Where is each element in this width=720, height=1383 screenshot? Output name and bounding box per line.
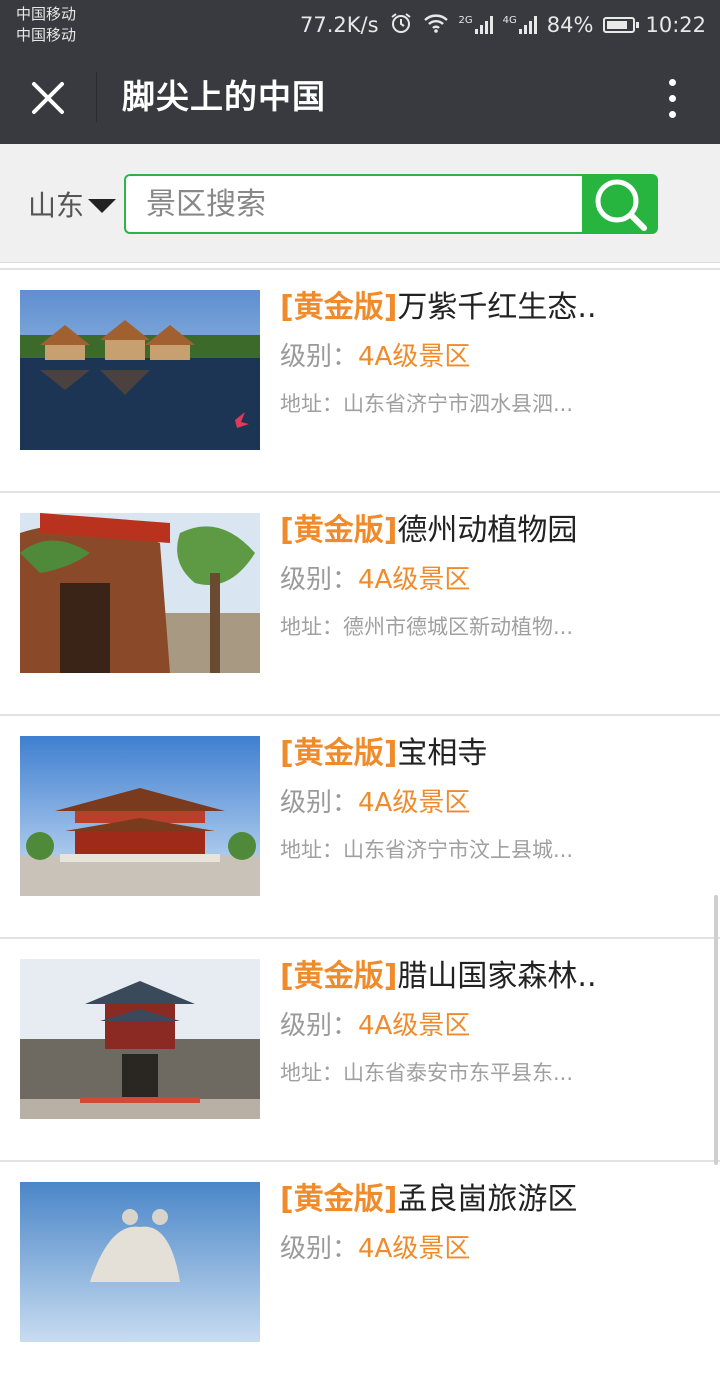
list-item[interactable]: [黄金版]孟良崮旅游区 级别：4A级景区 (0, 1160, 720, 1383)
address-value: 山东省泰安市东平县东... (343, 1061, 574, 1085)
more-dot-icon (668, 94, 676, 102)
scenic-name: [黄金版]腊山国家森林.. (280, 955, 700, 999)
scenic-thumbnail (20, 290, 260, 450)
scenic-address: 地址：山东省济宁市泗水县泗... (280, 387, 700, 421)
scenic-name: [黄金版]孟良崮旅游区 (280, 1178, 700, 1222)
gold-tag: [黄金版] (280, 513, 398, 548)
network-4g-label: 4G (502, 15, 517, 26)
level-label: 级别： (280, 1011, 359, 1041)
close-button[interactable] (20, 72, 76, 124)
level-value: 4A级景区 (358, 342, 471, 372)
scenic-thumbnail (20, 1182, 260, 1342)
scenic-name-text: 德州动植物园 (397, 513, 578, 548)
scenic-thumbnail (20, 513, 260, 673)
page-title: 脚尖上的中国 (122, 77, 326, 116)
close-icon (32, 82, 64, 114)
address-value: 山东省济宁市泗水县泗... (343, 392, 574, 416)
carrier-info: 中国移动 中国移动 (16, 4, 76, 46)
gold-tag: [黄金版] (280, 1182, 398, 1217)
gold-tag: [黄金版] (280, 290, 398, 325)
scenic-list: [黄金版]万紫千红生态.. 级别：4A级景区 地址：山东省济宁市泗水县泗... … (0, 268, 720, 1383)
level-label: 级别： (280, 565, 359, 595)
address-value: 德州市德城区新动植物... (343, 615, 574, 639)
search-area: 山东 (0, 144, 720, 263)
scenic-name: [黄金版]宝相寺 (280, 732, 700, 776)
level-label: 级别： (280, 788, 359, 818)
address-label: 地址： (280, 392, 343, 416)
signal-4g-icon: 4G (502, 15, 537, 34)
list-item[interactable]: [黄金版]腊山国家森林.. 级别：4A级景区 地址：山东省泰安市东平县东... (0, 937, 720, 1160)
signal-2g-icon: 2G (458, 15, 493, 34)
address-label: 地址： (280, 615, 343, 639)
address-value: 山东省济宁市汶上县城... (343, 838, 574, 862)
more-menu-button[interactable] (660, 72, 684, 124)
level-value: 4A级景区 (358, 1234, 471, 1264)
status-bar: 中国移动 中国移动 77.2K/s 2G 4G 84% 10:22 (0, 0, 720, 50)
scenic-level: 级别：4A级景区 (280, 783, 700, 823)
network-2g-label: 2G (458, 15, 473, 26)
list-item[interactable]: [黄金版]宝相寺 级别：4A级景区 地址：山东省济宁市汶上县城... (0, 714, 720, 937)
region-selector[interactable]: 山东 (28, 184, 117, 224)
alarm-icon (389, 11, 413, 40)
net-speed: 77.2K/s (299, 13, 379, 37)
level-label: 级别： (280, 1234, 359, 1264)
clock: 10:22 (645, 13, 706, 37)
scenic-thumbnail (20, 959, 260, 1119)
search-input[interactable] (124, 174, 582, 234)
scrollbar[interactable] (714, 895, 718, 1165)
scenic-name-text: 腊山国家森林.. (397, 959, 597, 994)
battery-icon (603, 17, 640, 33)
region-label: 山东 (28, 189, 85, 222)
scenic-level: 级别：4A级景区 (280, 1229, 700, 1269)
carrier-2: 中国移动 (16, 26, 77, 44)
scenic-level: 级别：4A级景区 (280, 1006, 700, 1046)
battery-percent: 84% (546, 13, 594, 37)
scenic-address: 地址：德州市德城区新动植物... (280, 610, 700, 644)
scenic-name-text: 万紫千红生态.. (397, 290, 597, 325)
scenic-thumbnail (20, 736, 260, 896)
scenic-address: 地址：山东省泰安市东平县东... (280, 1056, 700, 1090)
scenic-name: [黄金版]德州动植物园 (280, 509, 700, 553)
list-item[interactable]: [黄金版]德州动植物园 级别：4A级景区 地址：德州市德城区新动植物... (0, 491, 720, 714)
gold-tag: [黄金版] (280, 959, 398, 994)
more-dot-icon (668, 78, 676, 86)
level-value: 4A级景区 (358, 1011, 471, 1041)
scenic-name-text: 宝相寺 (397, 736, 488, 771)
level-value: 4A级景区 (358, 788, 471, 818)
scenic-level: 级别：4A级景区 (280, 560, 700, 600)
dropdown-triangle-icon (88, 199, 117, 213)
title-bar: 脚尖上的中国 (0, 50, 720, 144)
scenic-address: 地址：山东省济宁市汶上县城... (280, 833, 700, 867)
address-label: 地址： (280, 838, 343, 862)
gold-tag: [黄金版] (280, 736, 398, 771)
search-button[interactable] (582, 174, 658, 234)
level-value: 4A级景区 (358, 565, 471, 595)
more-dot-icon (668, 110, 676, 118)
address-label: 地址： (280, 1061, 343, 1085)
scenic-level: 级别：4A级景区 (280, 337, 700, 377)
wifi-icon (423, 12, 449, 39)
level-label: 级别： (280, 342, 359, 372)
search-icon (595, 179, 647, 231)
carrier-1: 中国移动 (16, 5, 77, 23)
title-divider (96, 72, 97, 122)
scenic-name-text: 孟良崮旅游区 (397, 1182, 578, 1217)
list-item[interactable]: [黄金版]万紫千红生态.. 级别：4A级景区 地址：山东省济宁市泗水县泗... (0, 268, 720, 491)
scenic-name: [黄金版]万紫千红生态.. (280, 286, 700, 330)
